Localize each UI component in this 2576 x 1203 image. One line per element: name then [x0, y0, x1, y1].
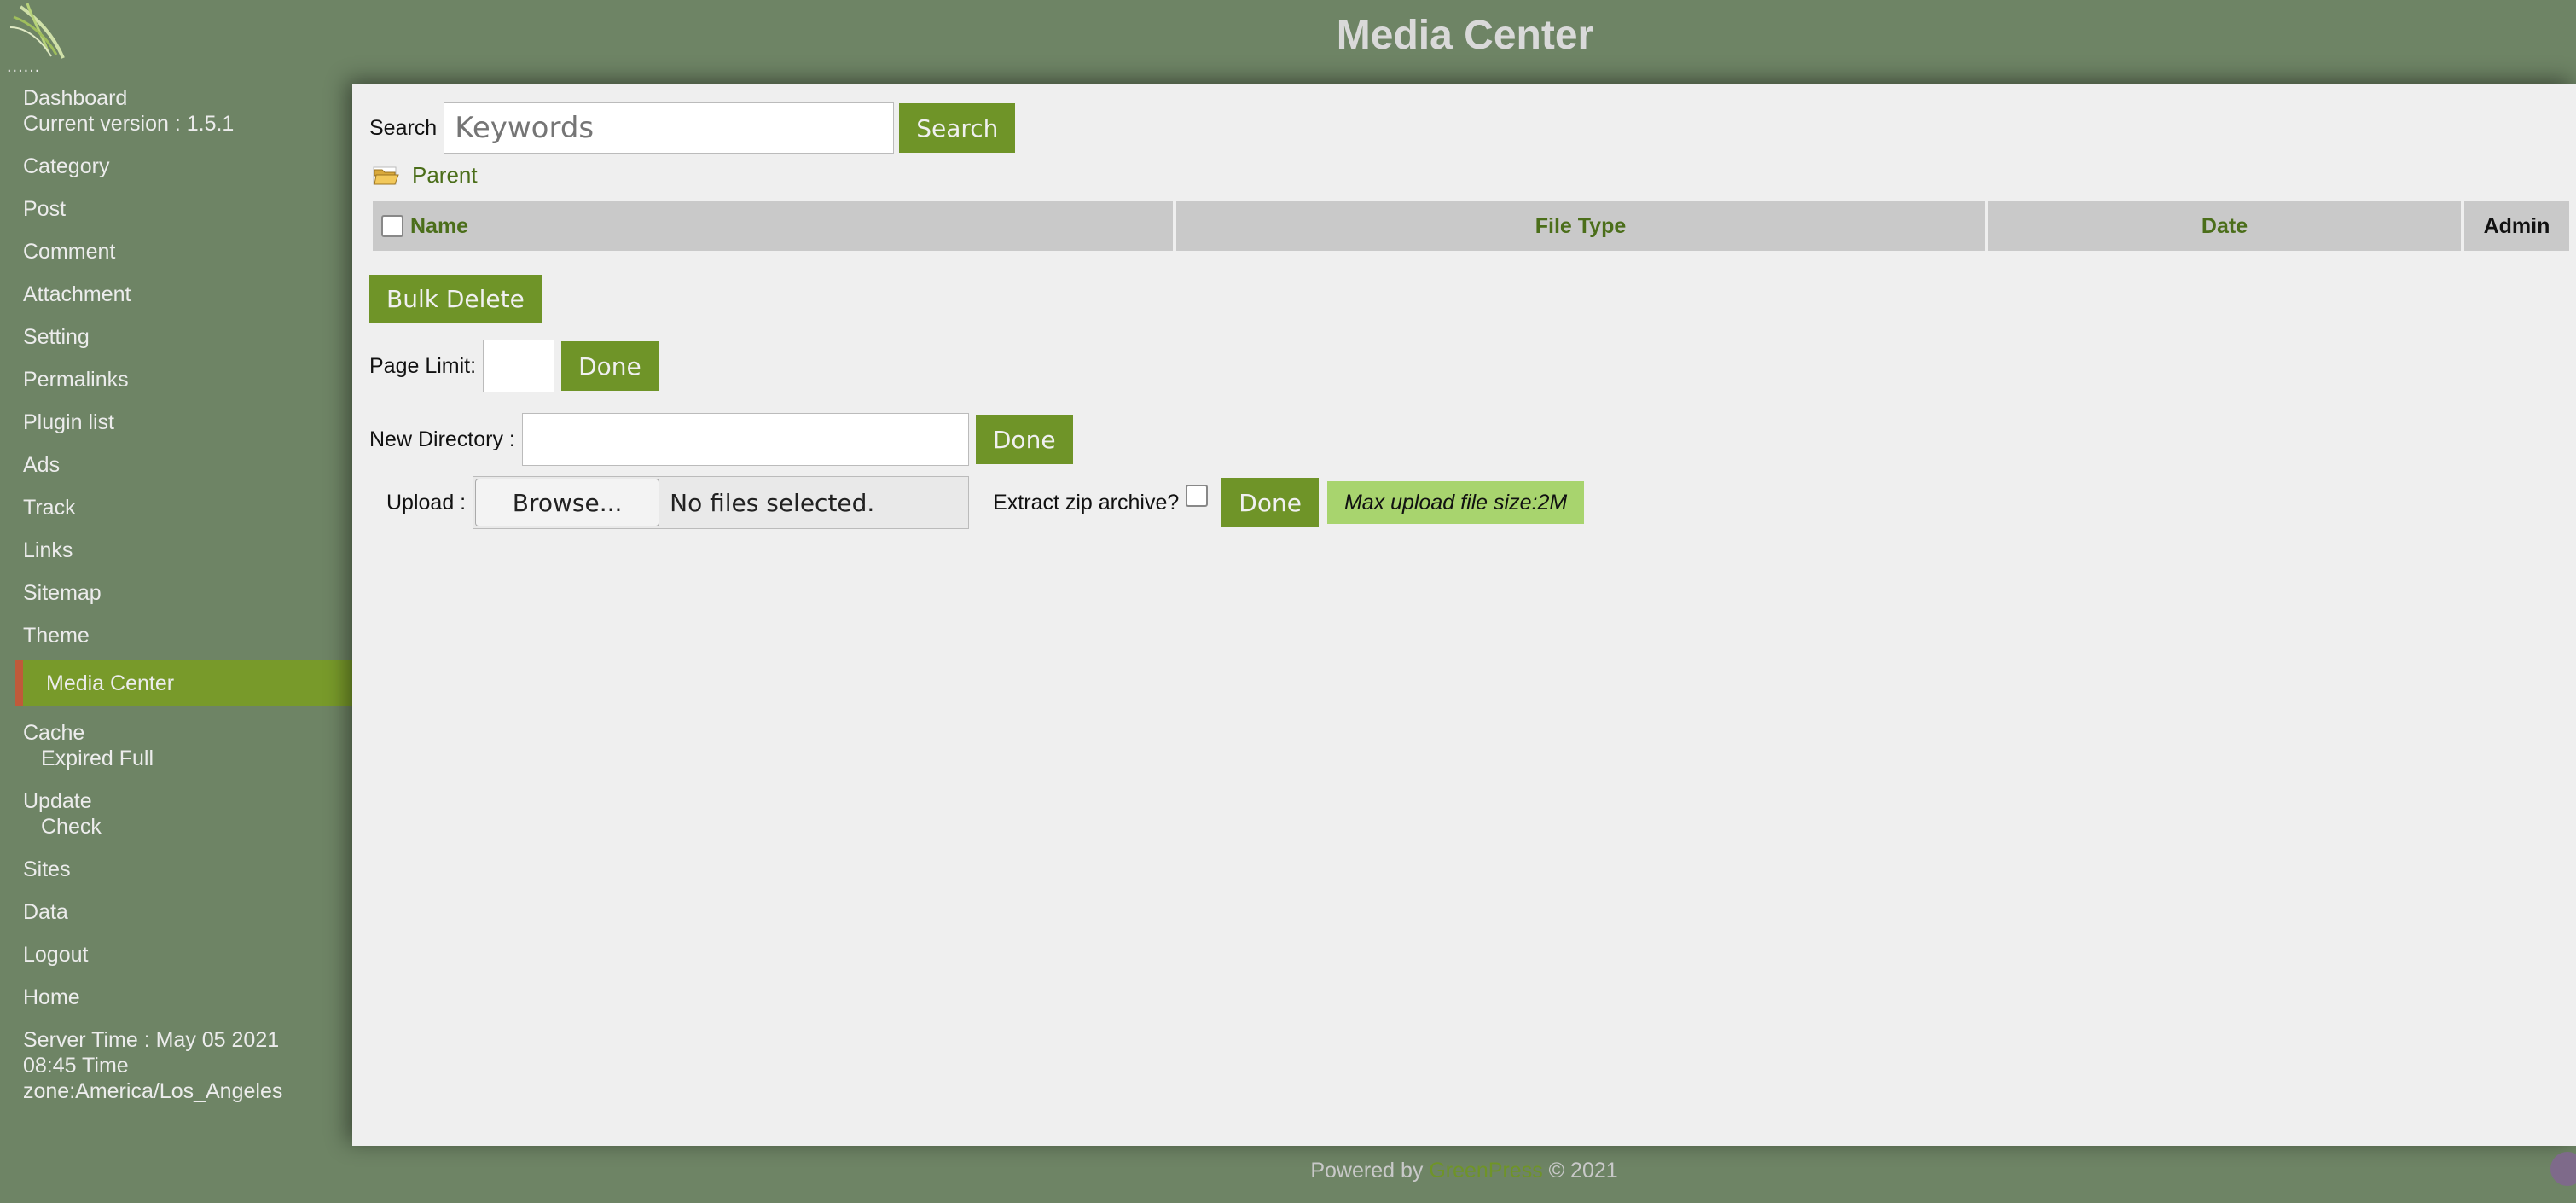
sidebar-item-plugin-list[interactable]: Plugin list — [0, 410, 352, 435]
footer-suffix: © 2021 — [1548, 1159, 1618, 1183]
column-file-type[interactable]: File Type — [1176, 201, 1988, 251]
bulk-delete-button[interactable]: Bulk Delete — [369, 275, 542, 323]
footer-brand-link[interactable]: GreenPress — [1429, 1159, 1542, 1183]
footer-prefix: Powered by — [1310, 1159, 1424, 1183]
sidebar-item-track[interactable]: Track — [0, 495, 352, 520]
cache-expired-full-link[interactable]: Expired Full — [23, 746, 352, 771]
select-all-checkbox[interactable] — [381, 215, 403, 237]
new-directory-label: New Directory : — [369, 427, 515, 451]
page-limit-input[interactable] — [483, 340, 555, 392]
upload-row: Upload : Browse... No files selected. Ex… — [386, 476, 1585, 529]
file-status: No files selected. — [670, 488, 875, 517]
server-time-line: Server Time : May 05 2021 — [23, 1028, 280, 1052]
version-text: Current version : 1.5.1 — [23, 112, 235, 136]
search-button[interactable]: Search — [899, 103, 1016, 153]
sidebar-item-post[interactable]: Post — [0, 196, 352, 222]
sidebar-item-theme[interactable]: Theme — [0, 623, 352, 648]
sidebar-item-media-center[interactable]: Media Center — [15, 660, 352, 706]
browse-button[interactable]: Browse... — [475, 479, 660, 526]
upload-label: Upload : — [386, 490, 467, 514]
search-label: Search — [369, 115, 438, 140]
column-name-label: Name — [410, 213, 469, 238]
column-date[interactable]: Date — [1988, 201, 2464, 251]
main-panel: Search Search Parent Name File Type Date… — [352, 84, 2576, 1146]
sidebar: Dashboard Current version : 1.5.1 Catego… — [0, 85, 352, 1121]
parent-link[interactable]: Parent — [412, 162, 478, 189]
new-directory-row: New Directory : Done — [369, 413, 1073, 466]
logo[interactable]: ...... — [3, 2, 72, 75]
sidebar-item-setting[interactable]: Setting — [0, 324, 352, 350]
file-table-header: Name File Type Date Admin — [373, 201, 2569, 251]
server-time-line: 08:45 Time — [23, 1054, 129, 1078]
page-limit-done-button[interactable]: Done — [561, 341, 659, 391]
sidebar-item-label: Update — [23, 789, 92, 813]
footer: Powered by GreenPress © 2021 — [352, 1159, 2576, 1183]
extract-zip-checkbox[interactable] — [1186, 485, 1209, 507]
folder-open-icon — [373, 166, 399, 184]
logo-dots: ...... — [7, 57, 41, 76]
sidebar-item-cache[interactable]: Cache Expired Full — [0, 720, 352, 771]
sidebar-item-attachment[interactable]: Attachment — [0, 282, 352, 307]
column-name[interactable]: Name — [373, 201, 1176, 251]
sidebar-item-permalinks[interactable]: Permalinks — [0, 367, 352, 392]
upload-done-button[interactable]: Done — [1221, 478, 1319, 527]
sidebar-item-update[interactable]: Update Check — [0, 788, 352, 840]
sidebar-item-sites[interactable]: Sites — [0, 857, 352, 882]
sidebar-item-comment[interactable]: Comment — [0, 239, 352, 264]
extract-zip-label: Extract zip archive? — [993, 490, 1180, 514]
sidebar-item-data[interactable]: Data — [0, 899, 352, 925]
page-title: Media Center — [1336, 13, 1594, 58]
sidebar-item-logout[interactable]: Logout — [0, 942, 352, 968]
max-upload-note: Max upload file size:2M — [1326, 481, 1585, 524]
file-input[interactable]: Browse... No files selected. — [473, 476, 970, 529]
server-time-line: zone:America/Los_Angeles — [23, 1079, 283, 1103]
search-input[interactable] — [444, 102, 895, 154]
sidebar-item-label: Dashboard — [23, 86, 128, 110]
new-directory-input[interactable] — [521, 413, 969, 466]
page-limit-label: Page Limit: — [369, 353, 477, 378]
sidebar-item-label: Cache — [23, 721, 85, 745]
parent-link-row[interactable]: Parent — [373, 162, 478, 189]
sidebar-item-sitemap[interactable]: Sitemap — [0, 580, 352, 606]
new-directory-done-button[interactable]: Done — [975, 415, 1073, 464]
update-check-link[interactable]: Check — [23, 814, 352, 840]
leaf-logo-icon — [9, 3, 65, 59]
sidebar-item-links[interactable]: Links — [0, 538, 352, 563]
column-admin: Admin — [2464, 201, 2569, 251]
search-bar: Search Search — [369, 101, 1016, 155]
sidebar-item-category[interactable]: Category — [0, 154, 352, 179]
sidebar-item-dashboard[interactable]: Dashboard Current version : 1.5.1 — [0, 85, 352, 137]
sidebar-item-home[interactable]: Home — [0, 985, 352, 1010]
sidebar-item-ads[interactable]: Ads — [0, 452, 352, 478]
page-limit-row: Page Limit: Done — [369, 340, 659, 392]
server-time: Server Time : May 05 2021 08:45 Time zon… — [0, 1027, 352, 1104]
